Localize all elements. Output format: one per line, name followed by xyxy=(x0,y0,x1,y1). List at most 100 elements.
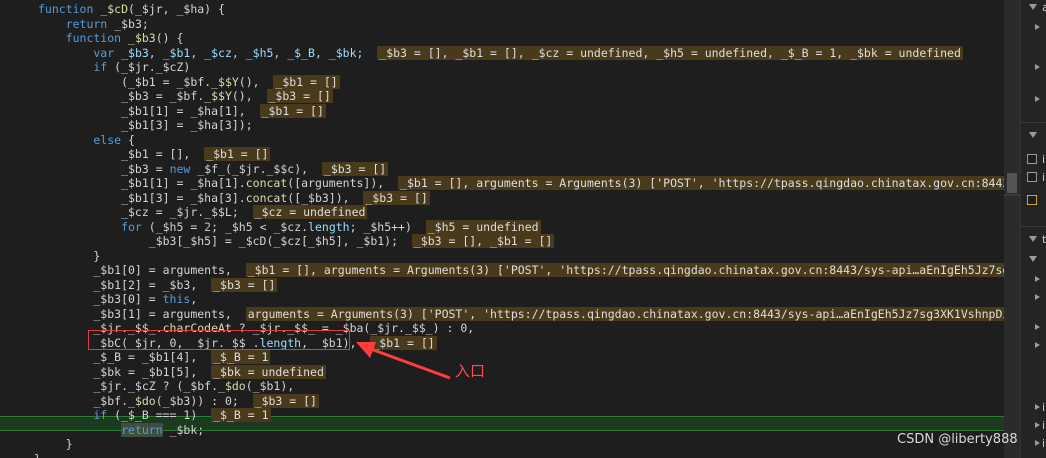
code-line[interactable]: _$b1[1] = _$ha[1], _$b1 = [] xyxy=(38,103,326,119)
panel-divider xyxy=(1021,122,1046,123)
code-line[interactable]: _$bk = _$b1[5], _$bk = undefined xyxy=(38,364,326,380)
inline-value-hint: _$b3 = [] xyxy=(363,190,430,205)
panel-checkbox-row[interactable]: i xyxy=(1021,170,1046,186)
code-token: _$b3 = xyxy=(38,161,170,176)
code-line[interactable]: } xyxy=(34,452,41,458)
checkbox[interactable] xyxy=(1027,172,1037,182)
inline-value-hint: _$b3 = [], _$b1 = [] xyxy=(411,234,555,248)
code-token: { xyxy=(128,132,135,147)
editor-vertical-scrollbar[interactable] xyxy=(1004,0,1020,458)
panel-row-collapse[interactable]: a xyxy=(1021,0,1046,16)
panel-row-text: i xyxy=(1042,437,1046,450)
inline-value-hint: _$h5 = undefined xyxy=(425,219,541,234)
panel-row-item[interactable] xyxy=(1021,92,1046,108)
panel-row-item[interactable] xyxy=(1021,272,1046,288)
panel-row-item[interactable] xyxy=(1021,60,1046,76)
code-token: } xyxy=(34,452,41,458)
code-line[interactable]: function _$cD(_$jr, _$ha) { xyxy=(38,2,225,17)
inline-value-hint: _$b3 = [] xyxy=(266,89,333,103)
code-line[interactable]: _$b1[2] = _$b3, _$b3 = [] xyxy=(38,277,278,293)
panel-row-item[interactable]: i xyxy=(1021,400,1046,416)
panel-row-item[interactable] xyxy=(1021,320,1046,336)
code-line[interactable]: } xyxy=(38,249,100,264)
inline-value-hint: _$bk = undefined xyxy=(211,364,326,379)
panel-row-item[interactable] xyxy=(1021,20,1046,36)
code-token: _$b1[0] = arguments, xyxy=(38,263,246,277)
code-token: if xyxy=(38,408,115,422)
code-token: function xyxy=(38,2,101,16)
checkbox[interactable] xyxy=(1027,154,1037,164)
code-token: _$b3, _$b1, _$cz, _$h5, _$_B, _$bk; xyxy=(121,45,378,60)
code-line[interactable]: _$b3 = _$bf._$$Y(), _$b3 = [] xyxy=(38,89,333,104)
code-line[interactable]: _$b1[3] = _$ha[3].concat([_$b3]), _$b3 =… xyxy=(38,190,430,206)
checked-checkbox-icon[interactable] xyxy=(1027,195,1037,205)
code-token: _$b1[2] = _$b3, xyxy=(38,277,212,292)
scrollbar-thumb[interactable] xyxy=(1007,173,1017,193)
panel-row-item[interactable] xyxy=(1021,338,1046,354)
code-token: _$b3; xyxy=(114,16,149,31)
code-line[interactable]: _$bf._$do(_$b3)) : 0; _$b3 = [] xyxy=(38,393,319,409)
code-line[interactable]: _$b1[3] = _$ha[3]); xyxy=(38,118,253,133)
expand-right-icon xyxy=(1035,24,1040,30)
inline-value-hint: _$_B = 1 xyxy=(211,350,271,364)
code-line[interactable]: _$cz = _$jr._$$L; _$cz = undefined xyxy=(38,205,368,220)
debugger-side-panel: a i i t i i i xyxy=(1020,0,1046,458)
expand-right-icon xyxy=(1035,342,1040,348)
code-line[interactable]: return _$b3; xyxy=(38,17,149,32)
code-token: } xyxy=(38,248,101,263)
code-line[interactable]: function _$b3() { xyxy=(38,31,184,46)
expand-right-icon xyxy=(1035,324,1040,330)
panel-row-text: t xyxy=(1042,233,1046,246)
code-token: _$b3 xyxy=(128,31,156,45)
code-line[interactable]: if (_$_B === 1) _$_B = 1 xyxy=(38,408,271,423)
code-token: (_$h5 = xyxy=(148,219,205,234)
code-token: (_$b3)) : 0; xyxy=(155,393,253,408)
code-line[interactable]: _$b1[1] = _$ha[1].concat([arguments]), _… xyxy=(38,176,1004,191)
code-token: concat xyxy=(245,176,288,190)
code-token: _$b1[1] = _$ha[1], xyxy=(38,103,260,118)
code-line[interactable]: return _$bk; xyxy=(38,422,204,438)
code-token: _$b3[_$h5] = _$cD(_$cz[_$h5], _$b1); xyxy=(38,234,412,248)
code-token: concat xyxy=(245,190,288,205)
code-token: length xyxy=(308,219,350,234)
expand-right-icon xyxy=(1035,422,1040,428)
code-line[interactable]: _$b3[0] = this, xyxy=(38,292,197,307)
code-token: for xyxy=(38,219,149,234)
panel-checkbox-row[interactable] xyxy=(1021,193,1046,209)
code-token: ; _$h5++) xyxy=(349,219,426,234)
source-code-editor[interactable]: function _$cD(_$jr, _$ha) { return _$b3;… xyxy=(0,0,1004,458)
panel-row-item[interactable]: i xyxy=(1021,418,1046,434)
code-line[interactable]: _$b1 = [], _$b1 = [] xyxy=(38,147,271,162)
code-line[interactable]: if (_$jr._$cZ) xyxy=(38,60,190,75)
code-line[interactable]: _$jr._$cZ ? (_$bf._$do(_$b1), xyxy=(38,379,294,394)
panel-row-item[interactable] xyxy=(1021,290,1046,306)
code-line[interactable]: _$_B = _$b1[4], _$_B = 1 xyxy=(38,350,271,365)
code-token: _$bk = _$b1[5], xyxy=(38,364,212,379)
code-line[interactable]: (_$b1 = _$bf._$$Y(), _$b1 = [] xyxy=(38,74,340,90)
code-line[interactable]: _$b3 = new _$f_(_$jr._$$c), _$b3 = [] xyxy=(38,161,389,177)
panel-row-item[interactable] xyxy=(1021,252,1046,268)
code-token: _$_B = _$b1[4], xyxy=(38,350,212,364)
code-token: var xyxy=(38,45,122,60)
code-token: , xyxy=(190,292,198,306)
code-token: _$cD xyxy=(100,2,129,16)
inline-value-hint: _$b3 = [] xyxy=(321,161,389,176)
inline-value-hint: _$b1 = [] xyxy=(204,147,271,161)
code-token: (), xyxy=(231,89,267,103)
code-line[interactable]: for (_$h5 = 2; _$h5 < _$cz.length; _$h5+… xyxy=(38,219,541,235)
code-token: ; _$h5 < _$cz. xyxy=(211,219,309,234)
code-token: this xyxy=(162,292,191,306)
code-line[interactable]: else { xyxy=(38,133,135,148)
code-line[interactable]: } xyxy=(38,437,73,452)
panel-section-header[interactable] xyxy=(1021,128,1046,144)
inline-value-hint: _$b1 = [], arguments = Arguments(3) ['PO… xyxy=(398,176,1004,190)
code-line[interactable]: _$b3[_$h5] = _$cD(_$cz[_$h5], _$b1); _$b… xyxy=(38,234,555,249)
inline-value-hint: _$b3 = [], _$b1 = [], _$cz = undefined, … xyxy=(377,45,963,60)
code-line[interactable]: _$b3[1] = arguments, arguments = Argumen… xyxy=(38,306,1004,322)
code-token: _$b1[3] = _$ha[3]); xyxy=(38,118,253,132)
panel-checkbox-row[interactable]: i xyxy=(1021,152,1046,168)
code-line[interactable]: var _$b3, _$b1, _$cz, _$h5, _$_B, _$bk; … xyxy=(38,45,963,61)
panel-row-item[interactable]: i xyxy=(1021,436,1046,452)
code-line[interactable]: _$b1[0] = arguments, _$b1 = [], argument… xyxy=(38,263,1004,278)
panel-section-header[interactable]: t xyxy=(1021,232,1046,248)
